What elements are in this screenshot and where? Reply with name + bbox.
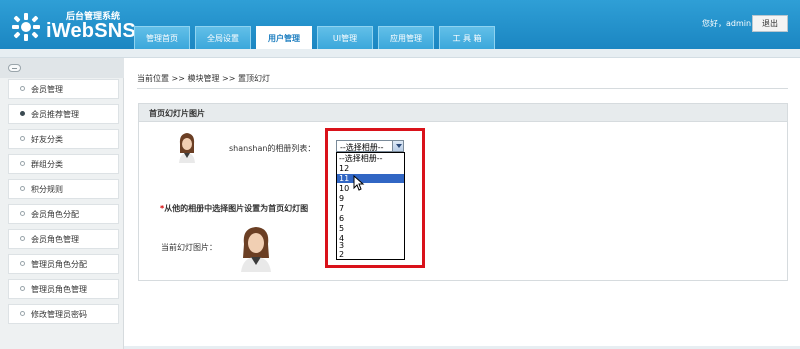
slideshow-panel: 首页幻灯片图片: [138, 103, 788, 281]
current-slide-image: [238, 224, 274, 272]
logo-text: iWebSNS: [46, 20, 136, 42]
sidebar-item-member-recommendation[interactable]: 会员推荐管理: [8, 104, 119, 124]
dropdown-option[interactable]: 10: [337, 184, 404, 193]
logout-button[interactable]: 退出: [752, 15, 788, 32]
tab-app-management[interactable]: 应用管理: [378, 26, 434, 49]
dropdown-option[interactable]: --选择相册--: [337, 154, 404, 163]
collapse-icon[interactable]: [8, 64, 21, 72]
dropdown-option[interactable]: 2: [337, 250, 404, 259]
logo: 后台管理系统 iWebSNS: [10, 6, 136, 46]
tab-ui-management[interactable]: UI管理: [317, 26, 373, 49]
dropdown-option[interactable]: 6: [337, 214, 404, 223]
current-slide-label: 当前幻灯图片：: [161, 243, 217, 252]
bullet-icon: [20, 211, 25, 216]
sidebar-item-label: 会员角色管理: [31, 235, 79, 244]
sidebar-item-label: 群组分类: [31, 160, 63, 169]
sidebar-item-label: 好友分类: [31, 135, 63, 144]
bullet-icon: [20, 136, 25, 141]
tab-toolbox[interactable]: 工 具 箱: [439, 26, 495, 49]
dropdown-option-highlighted[interactable]: 11: [337, 174, 404, 183]
sidebar-item-label: 积分规则: [31, 185, 63, 194]
panel-header: 首页幻灯片图片: [139, 104, 787, 122]
dropdown-option[interactable]: 5: [337, 224, 404, 233]
album-dropdown-list: --选择相册-- 12 11 10 9 7 6 5 4 3 2: [336, 152, 405, 260]
sidebar-item-member-management[interactable]: 会员管理: [8, 79, 119, 99]
sidebar-item-change-admin-password[interactable]: 修改管理员密码: [8, 304, 119, 324]
sidebar-header: [0, 58, 124, 78]
sidebar-item-label: 会员角色分配: [31, 210, 79, 219]
bullet-icon: [20, 186, 25, 191]
dropdown-option[interactable]: 7: [337, 204, 404, 213]
logo-mark-icon: [12, 13, 40, 41]
divider: [137, 88, 788, 89]
sidebar-item-label: 管理员角色分配: [31, 260, 87, 269]
sidebar-item-label: 会员推荐管理: [31, 110, 79, 119]
sidebar-item-group-categories[interactable]: 群组分类: [8, 154, 119, 174]
bullet-icon: [20, 86, 25, 91]
bullet-icon: [20, 161, 25, 166]
instruction-label: 从他的相册中选择图片设置为首页幻灯图: [164, 204, 309, 213]
instruction-text: *从他的相册中选择图片设置为首页幻灯图: [160, 203, 308, 214]
dropdown-option[interactable]: 3: [337, 241, 404, 250]
tab-global-settings[interactable]: 全局设置: [195, 26, 251, 49]
dropdown-option[interactable]: 12: [337, 164, 404, 173]
tab-user-management[interactable]: 用户管理: [256, 26, 312, 49]
chevron-down-icon[interactable]: [392, 141, 403, 151]
sidebar: 会员管理 会员推荐管理 好友分类 群组分类 积分规则 会员角色分配 会员角色管理…: [0, 58, 124, 349]
bullet-icon: [20, 261, 25, 266]
header-strip: [0, 49, 800, 58]
bullet-icon: [20, 111, 25, 116]
top-header: 后台管理系统 iWebSNS 管理首页 全局设置 用户管理 UI管理 应用管理 …: [0, 0, 800, 49]
sidebar-item-admin-role-assign[interactable]: 管理员角色分配: [8, 254, 119, 274]
user-greeting: 您好，admin: [702, 19, 752, 28]
dropdown-option[interactable]: 9: [337, 194, 404, 203]
sidebar-item-label: 会员管理: [31, 85, 63, 94]
sidebar-item-friend-categories[interactable]: 好友分类: [8, 129, 119, 149]
bullet-icon: [20, 286, 25, 291]
user-avatar: [177, 131, 197, 163]
tab-admin-home[interactable]: 管理首页: [134, 26, 190, 49]
sidebar-item-points-rules[interactable]: 积分规则: [8, 179, 119, 199]
sidebar-item-member-role-assign[interactable]: 会员角色分配: [8, 204, 119, 224]
panel-title: 首页幻灯片图片: [149, 109, 205, 118]
breadcrumb: 当前位置 >> 模块管理 >> 置顶幻灯: [137, 74, 270, 83]
mouse-pointer-icon: [353, 175, 365, 191]
sidebar-item-label: 修改管理员密码: [31, 310, 87, 319]
sidebar-item-label: 管理员角色管理: [31, 285, 87, 294]
bullet-icon: [20, 311, 25, 316]
album-list-label: shanshan的相册列表：: [229, 144, 316, 153]
sidebar-item-member-role-management[interactable]: 会员角色管理: [8, 229, 119, 249]
bullet-icon: [20, 236, 25, 241]
sidebar-item-admin-role-management[interactable]: 管理员角色管理: [8, 279, 119, 299]
album-select[interactable]: --选择相册--: [336, 140, 404, 152]
